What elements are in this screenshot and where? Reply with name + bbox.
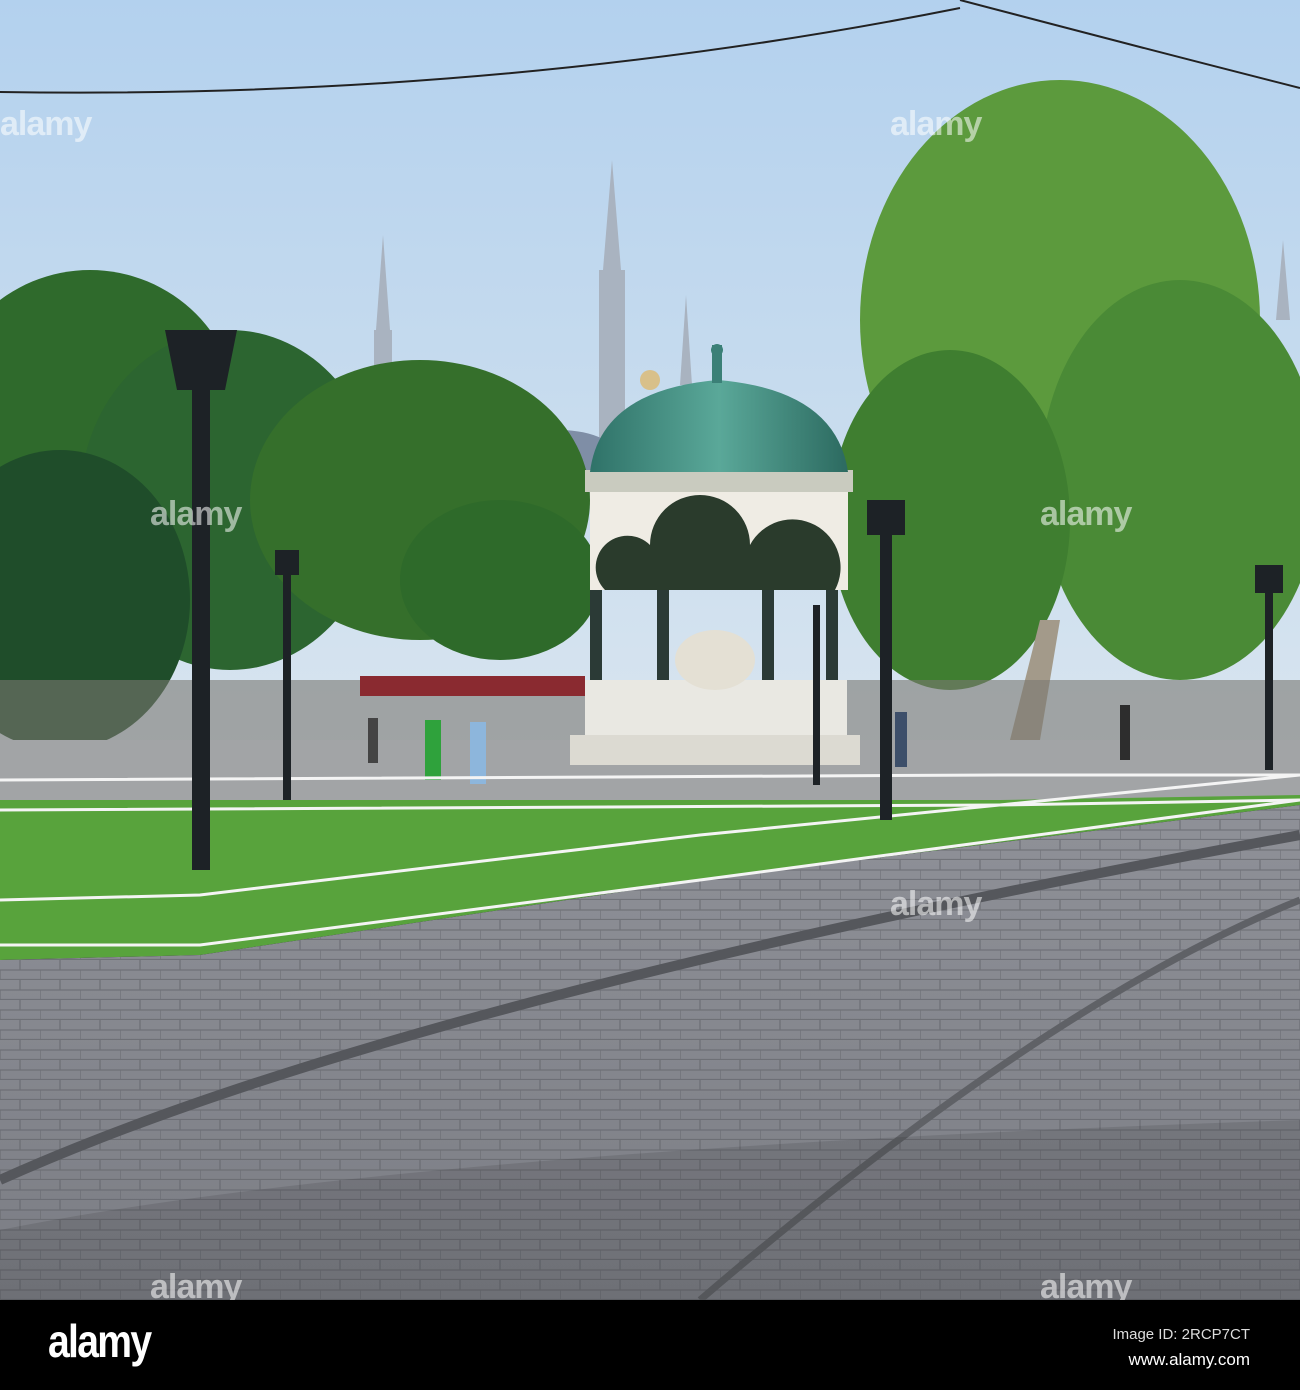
footer-bar: alamy Image ID: 2RCP7CT www.alamy.com bbox=[0, 1300, 1300, 1390]
stock-photo: alamy alamy alamy alamy alamy alamy alam… bbox=[0, 0, 1300, 1390]
photo-scene bbox=[0, 0, 1300, 1300]
alamy-logo: alamy bbox=[48, 1315, 152, 1367]
image-id: Image ID: 2RCP7CT bbox=[1112, 1326, 1250, 1343]
watermark: alamy bbox=[890, 885, 982, 923]
restaurant-awning bbox=[360, 676, 585, 696]
watermark: alamy bbox=[0, 105, 92, 143]
watermark: alamy bbox=[1040, 495, 1132, 533]
watermark: alamy bbox=[890, 105, 982, 143]
watermark: alamy bbox=[150, 495, 242, 533]
website-link[interactable]: www.alamy.com bbox=[1128, 1350, 1250, 1370]
